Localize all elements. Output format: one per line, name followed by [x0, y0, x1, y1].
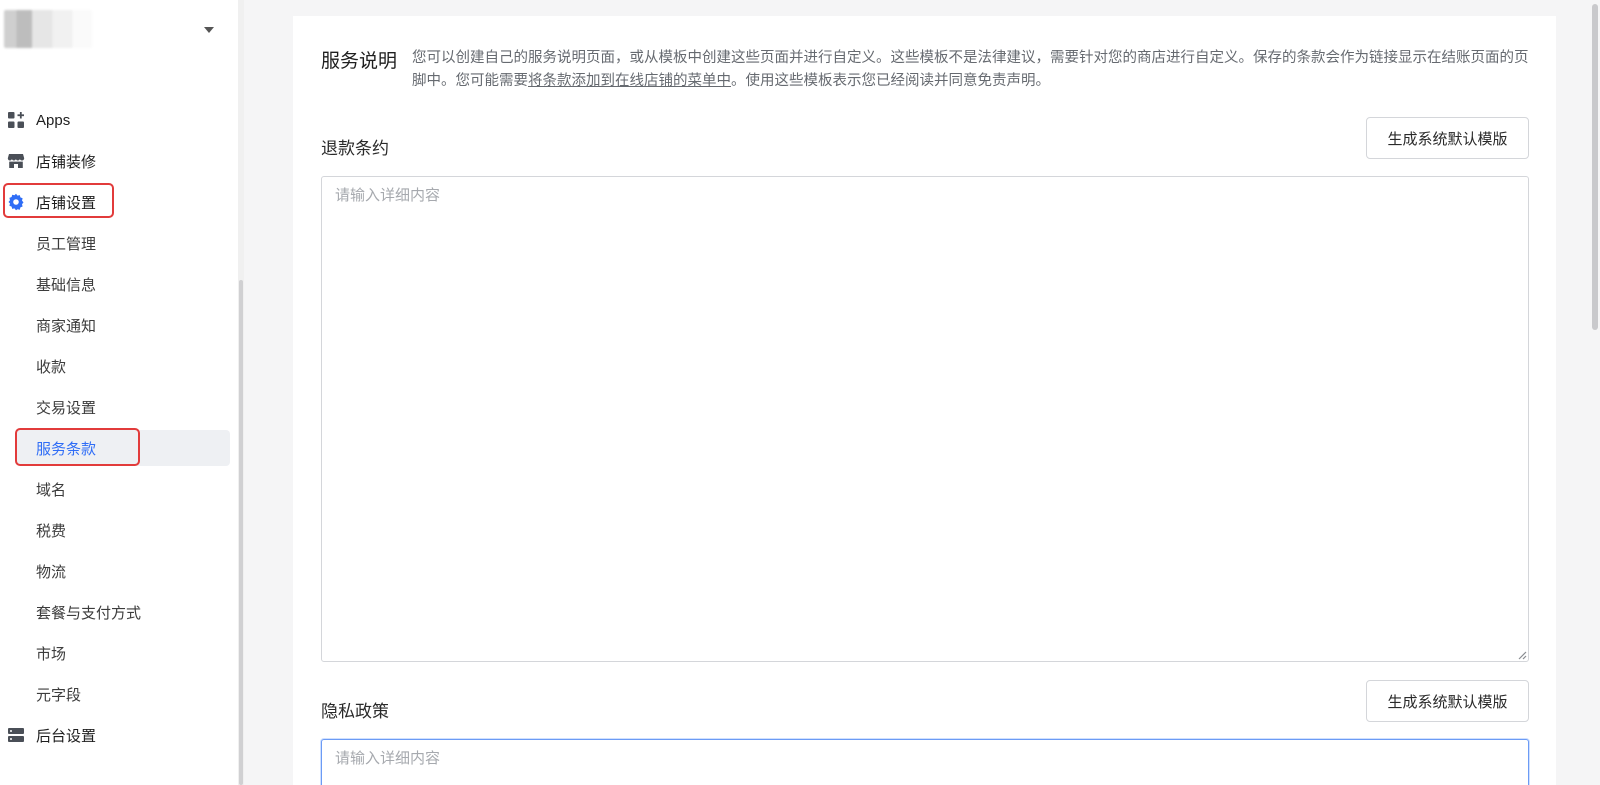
sidebar-subitem-label: 交易设置: [36, 399, 97, 417]
intro-description: 您可以创建自己的服务说明页面，或从模板中创建这些页面并进行自定义。这些模板不是法…: [412, 47, 1530, 93]
sidebar-subitem-label: 域名: [36, 481, 67, 499]
highlight-annotation: [3, 183, 114, 218]
sidebar-item-store-design[interactable]: 店铺装修: [0, 143, 230, 179]
page-scrollbar-thumb[interactable]: [1592, 4, 1598, 330]
sidebar-item-label: 店铺装修: [36, 153, 97, 171]
app: Apps 店铺装修 店铺设置 员工管理 基础信息 商家通知 收款 交易设置 服务…: [0, 0, 1600, 785]
highlight-annotation: [15, 428, 140, 466]
server-icon: [7, 726, 25, 744]
sidebar-item-label: 后台设置: [36, 727, 97, 745]
sidebar-subitem-basic-info[interactable]: 基础信息: [16, 266, 230, 302]
sidebar-subitem-markets[interactable]: 市场: [16, 635, 230, 671]
privacy-policy-textarea[interactable]: [321, 739, 1529, 785]
sidebar-subitem-staff[interactable]: 员工管理: [16, 225, 230, 261]
sidebar-subitem-label: 元字段: [36, 686, 82, 704]
sidebar-subitem-label: 基础信息: [36, 276, 97, 294]
privacy-policy-title: 隐私政策: [321, 702, 389, 721]
sidebar-subitem-label: 收款: [36, 358, 67, 376]
sidebar-subitem-notifications[interactable]: 商家通知: [16, 307, 230, 343]
sidebar-subitem-metafields[interactable]: 元字段: [16, 676, 230, 712]
sidebar-subitem-label: 商家通知: [36, 317, 97, 335]
sidebar-scrollbar-thumb[interactable]: [239, 280, 243, 785]
intro-text-after: 。使用这些模板表示您已经阅读并同意免责声明。: [731, 73, 1050, 89]
page-title: 服务说明: [321, 51, 398, 72]
generate-privacy-template-button[interactable]: 生成系统默认模版: [1366, 680, 1529, 722]
generate-refund-template-button[interactable]: 生成系统默认模版: [1366, 117, 1529, 159]
apps-grid-icon: [7, 111, 25, 129]
chevron-down-icon[interactable]: [204, 27, 214, 33]
sidebar-subitem-label: 员工管理: [36, 235, 97, 253]
store-switcher[interactable]: [0, 0, 244, 60]
sidebar-subitem-label: 税费: [36, 522, 67, 540]
storefront-icon: [7, 152, 25, 170]
sidebar-item-apps[interactable]: Apps: [0, 102, 230, 138]
store-logo: [4, 10, 92, 48]
add-to-menu-link[interactable]: 将条款添加到在线店铺的菜单中: [528, 73, 731, 89]
resize-handle-icon[interactable]: [1516, 649, 1527, 660]
sidebar-subitem-plans-billing[interactable]: 套餐与支付方式: [16, 594, 230, 630]
sidebar: Apps 店铺装修 店铺设置 员工管理 基础信息 商家通知 收款 交易设置 服务…: [0, 0, 244, 785]
sidebar-item-admin-settings[interactable]: 后台设置: [0, 717, 230, 753]
refund-policy-textarea[interactable]: [321, 176, 1529, 662]
sidebar-subitem-checkout[interactable]: 交易设置: [16, 389, 230, 425]
sidebar-subitem-shipping[interactable]: 物流: [16, 553, 230, 589]
refund-policy-title: 退款条约: [321, 139, 389, 158]
sidebar-subitem-label: 市场: [36, 645, 67, 663]
sidebar-subitem-taxes[interactable]: 税费: [16, 512, 230, 548]
sidebar-subitem-payments[interactable]: 收款: [16, 348, 230, 384]
sidebar-subitem-domains[interactable]: 域名: [16, 471, 230, 507]
sidebar-item-label: Apps: [36, 111, 71, 129]
sidebar-subitem-label: 物流: [36, 563, 67, 581]
sidebar-subitem-label: 套餐与支付方式: [36, 604, 142, 622]
